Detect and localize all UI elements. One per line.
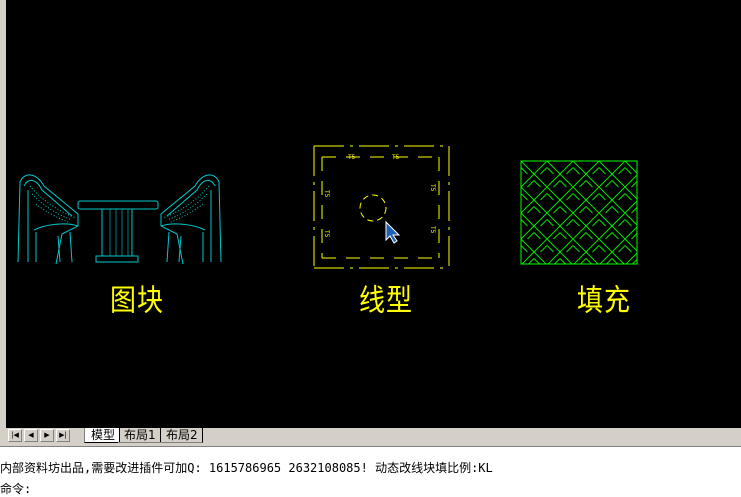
- linetype-mark-top-right: T5: [392, 154, 400, 161]
- linetype-mark-left-bottom: T5: [323, 230, 330, 238]
- linetype-mark-left-top: T5: [323, 190, 330, 198]
- drawing-canvas[interactable]: T5 T5 T5 T5 T5 T5 图块 线型 填充: [6, 0, 741, 428]
- caption-linetype: 线型: [359, 284, 414, 319]
- linetype-frame: [313, 145, 450, 269]
- tab-layout2[interactable]: 布局2: [160, 428, 203, 443]
- mouse-cursor-icon: [385, 220, 401, 244]
- last-icon: ▶|: [59, 431, 67, 439]
- right-chair: [160, 174, 222, 265]
- linetype-mark-right-bottom: T5: [429, 226, 436, 234]
- command-prompt[interactable]: 命令:: [0, 482, 31, 496]
- linetype-mark-top-left: T5: [348, 154, 356, 161]
- table-chairs-block: [17, 174, 222, 265]
- command-history: 内部资料坊出品,需要改进插件可加Q: 1615786965 2632108085…: [0, 461, 493, 475]
- table: [77, 200, 159, 263]
- caption-hatch: 填充: [577, 284, 632, 319]
- tab-layout1[interactable]: 布局1: [118, 428, 161, 443]
- linetype-marks: T5 T5 T5 T5 T5 T5: [323, 154, 436, 238]
- first-tab-button[interactable]: |◀: [8, 429, 22, 442]
- left-chair: [17, 174, 79, 265]
- hatch-boundary: [520, 160, 638, 265]
- command-window[interactable]: 内部资料坊出品,需要改进插件可加Q: 1615786965 2632108085…: [0, 446, 741, 497]
- linetype-mark-right-top: T5: [429, 184, 436, 192]
- prev-tab-button[interactable]: ◀: [24, 429, 38, 442]
- caption-block: 图块: [110, 284, 165, 319]
- layout-tab-bar: |◀ ◀ ▶ ▶| 模型 布局1 布局2: [0, 428, 741, 444]
- prev-icon: ◀: [28, 431, 34, 439]
- first-icon: |◀: [11, 431, 19, 439]
- tab-model[interactable]: 模型: [84, 428, 121, 443]
- drawing-svg: T5 T5 T5 T5 T5 T5: [17, 145, 638, 269]
- horizontal-scrollbar[interactable]: [205, 429, 741, 443]
- last-tab-button[interactable]: ▶|: [56, 429, 70, 442]
- next-tab-button[interactable]: ▶: [40, 429, 54, 442]
- next-icon: ▶: [44, 431, 50, 439]
